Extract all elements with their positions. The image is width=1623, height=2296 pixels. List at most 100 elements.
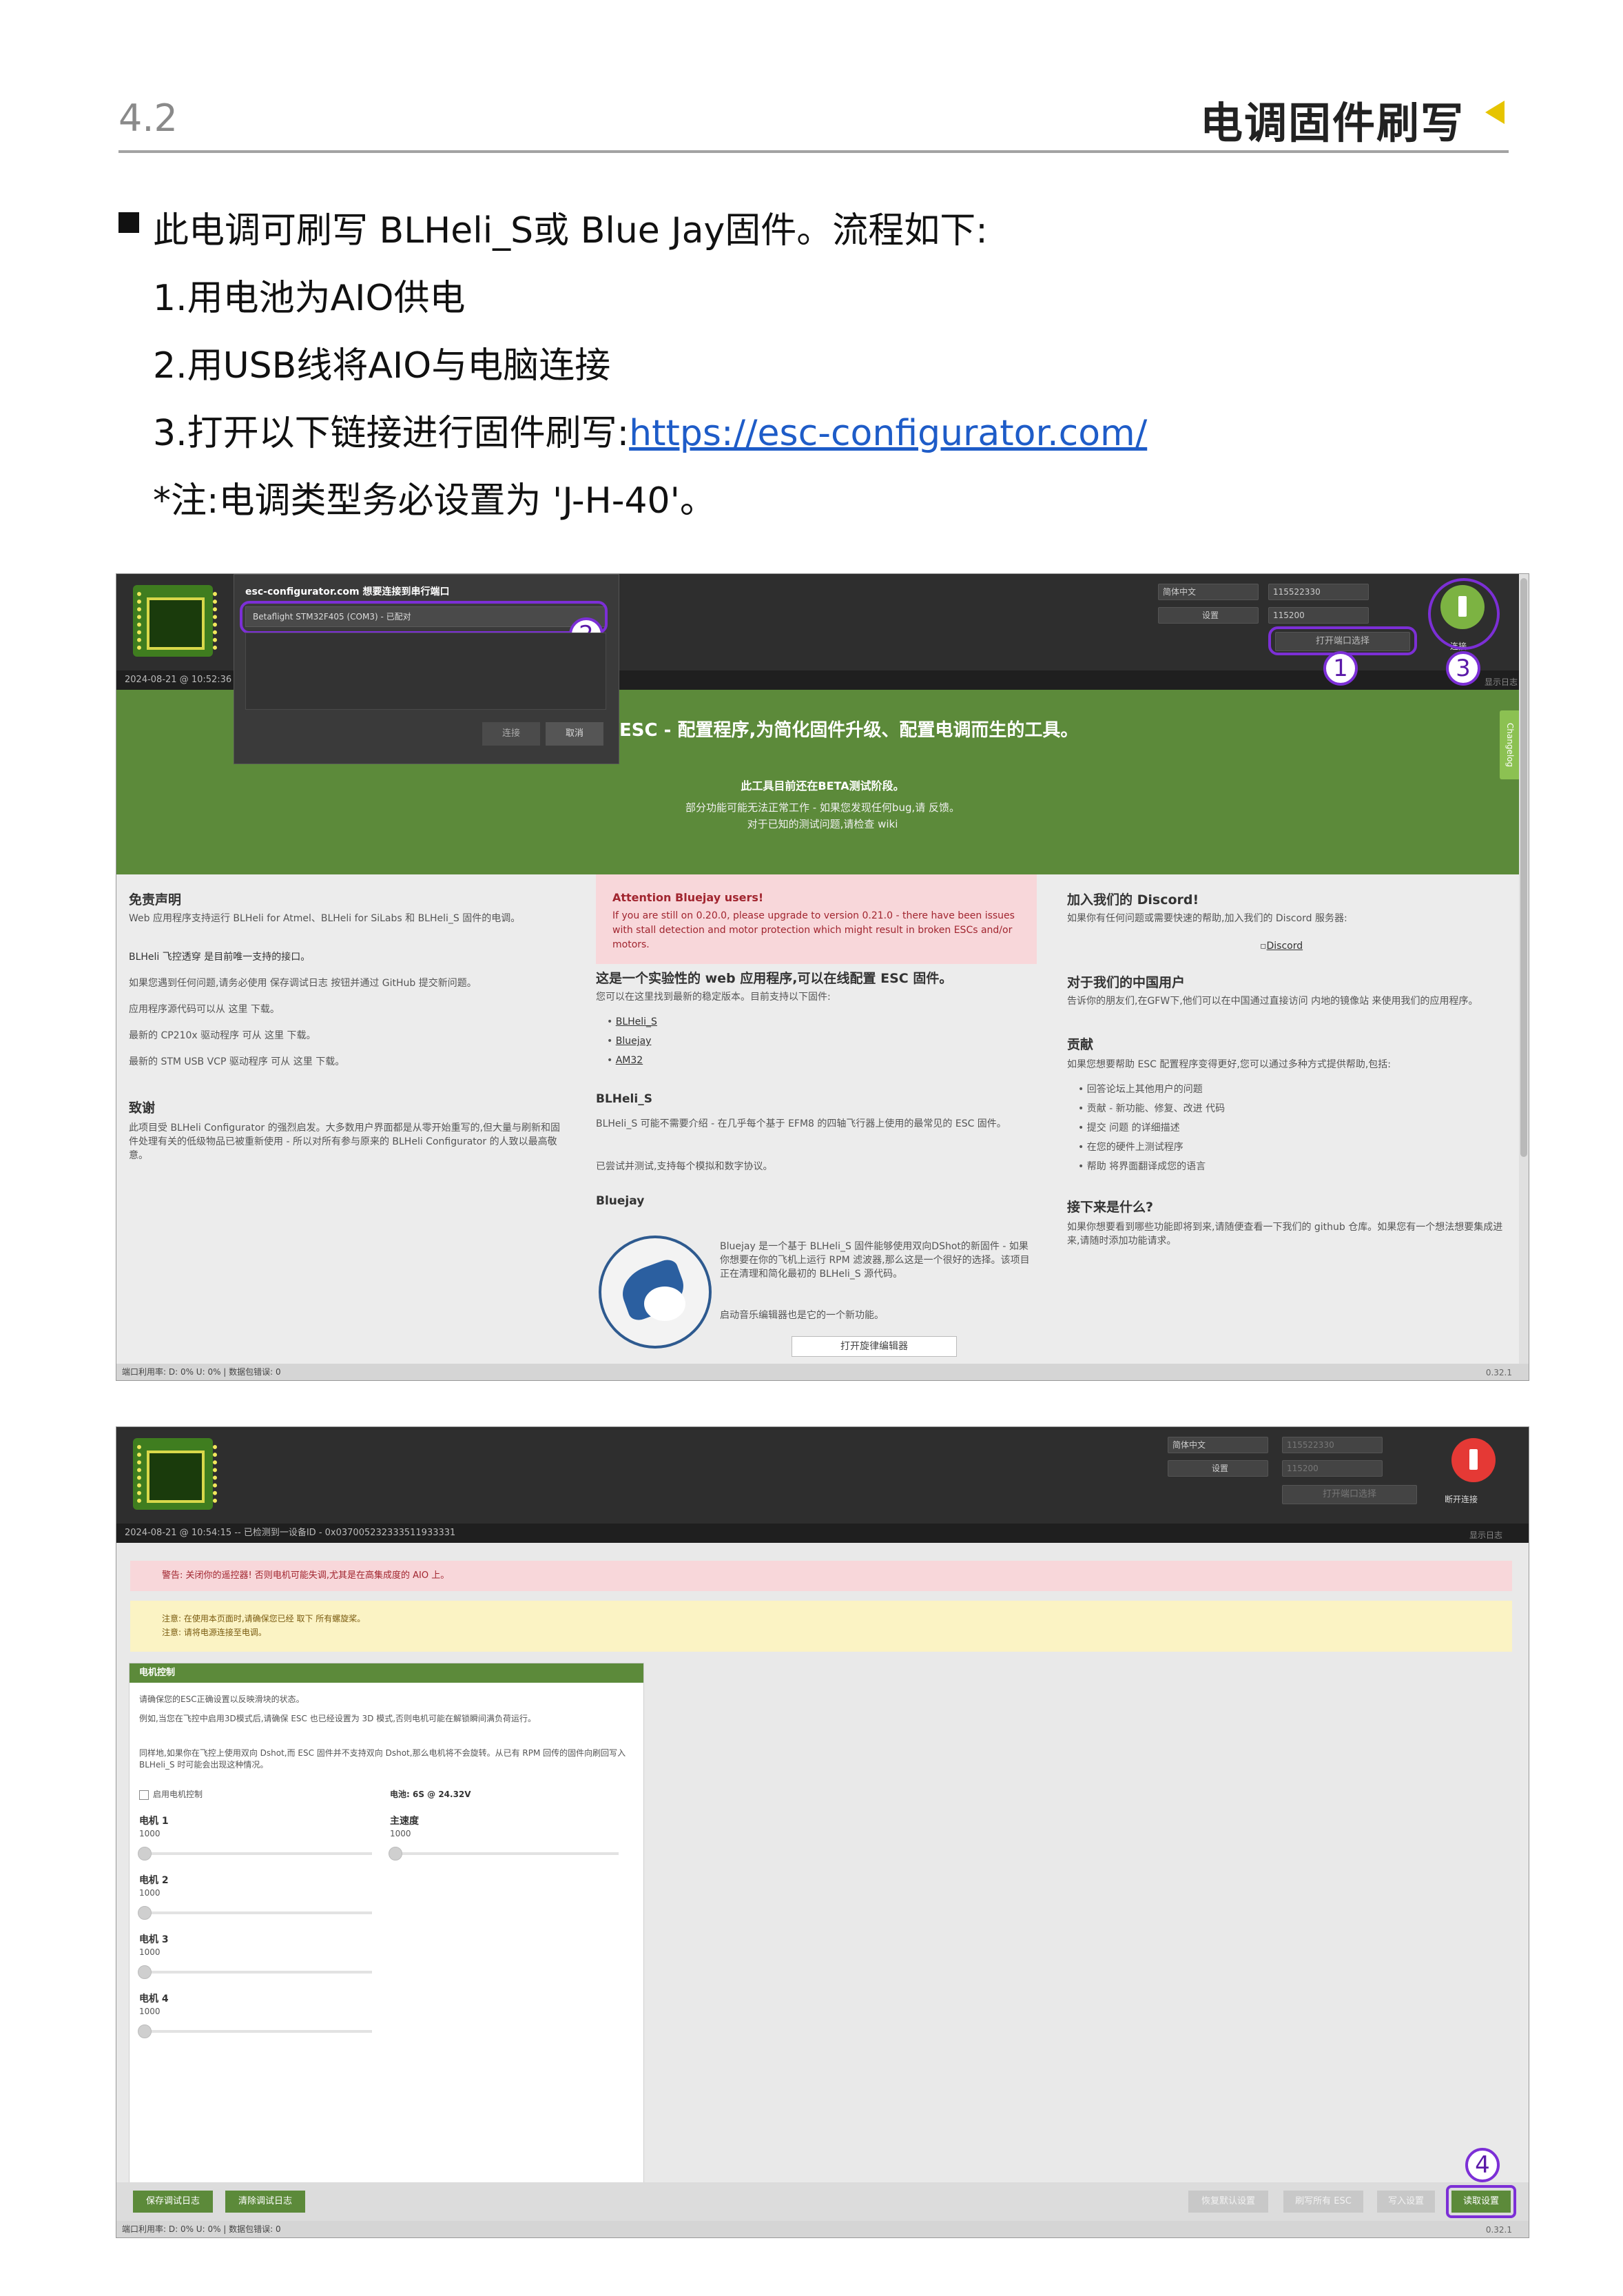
port-list-area <box>245 633 606 710</box>
experimental-heading: 这是一个实验性的 web 应用程序,可以在线配置 ESC 固件。 <box>596 971 953 986</box>
clear-debug-log-button[interactable]: 清除调试日志 <box>225 2191 305 2213</box>
mark-4: 4 <box>1465 2148 1500 2182</box>
contribute-text: 如果您想要帮助 ESC 配置程序变得更好,您可以通过多种方式提供帮助,包括: <box>1067 1059 1392 1070</box>
show-log-link[interactable]: 显示日志 <box>1485 676 1518 688</box>
save-debug-log-button[interactable]: 保存调试日志 <box>133 2191 213 2213</box>
notice-line-2: 注意: 请将电源连接至电调。 <box>162 1628 267 1637</box>
issues-text: 如果您遇到任何问题,请务必使用 保存调试日志 按钮并通过 GitHub 提交新问… <box>129 978 477 989</box>
show-log-link[interactable]: 显示日志 <box>1469 1529 1502 1541</box>
motor-4-value: 1000 <box>139 2007 161 2016</box>
log-strip: 2024-08-21 @ 10:54:15 -- 已检测到一设备ID - 0x0… <box>116 1524 1529 1543</box>
usb-disconnect-icon[interactable] <box>1451 1438 1496 1482</box>
app-logo-icon <box>133 1438 217 1510</box>
bluejay-text: Bluejay 是一个基于 BLHeli_S 固件能够使用双向DShot的新固件… <box>720 1241 1030 1280</box>
highlight-connect <box>1428 578 1500 650</box>
blheli-heading: BLHeli_S <box>596 1092 652 1106</box>
motor-3-knob[interactable] <box>138 1965 152 1979</box>
china-text: 告诉你的朋友们,在GFW下,他们可以在中国通过直接访问 内地的镜像站 来使用我们… <box>1067 996 1478 1007</box>
enable-motor-checkbox[interactable] <box>139 1790 149 1800</box>
notice-banner: 注意: 在使用本页面时,请确保您已经 取下 所有螺旋桨。 注意: 请将电源连接至… <box>130 1601 1512 1652</box>
dialog-connect-button[interactable]: 连接 <box>482 722 540 746</box>
motor-2-label: 电机 2 <box>139 1875 169 1886</box>
baud-select[interactable]: 115200 <box>1268 607 1369 624</box>
contribute-item: • 提交 问题 的详细描述 <box>1078 1123 1180 1134</box>
firmware-link-bluejay[interactable]: • Bluejay <box>607 1034 651 1048</box>
write-settings-button[interactable]: 写入设置 <box>1377 2191 1435 2213</box>
language-select[interactable]: 简体中文 <box>1158 584 1259 600</box>
alert-heading: Attention Bluejay users! <box>612 891 764 904</box>
mark-1: 1 <box>1323 651 1358 686</box>
restore-defaults-button[interactable]: 恢复默认设置 <box>1188 2191 1268 2213</box>
open-melody-editor-button[interactable]: 打开旋律编辑器 <box>792 1336 957 1357</box>
stm-text: 最新的 STM USB VCP 驱动程序 可从 这里 下载。 <box>129 1056 345 1067</box>
motor-1-value: 1000 <box>139 1829 161 1838</box>
discord-text: 如果你有任何问题或需要快速的帮助,加入我们的 Discord 服务器: <box>1067 913 1347 924</box>
bluejay-logo-icon <box>599 1236 712 1349</box>
flash-all-button[interactable]: 刷写所有 ESC <box>1283 2191 1363 2213</box>
open-port-button: 打开端口选择 <box>1282 1485 1417 1504</box>
baud-select: 115200 <box>1282 1460 1383 1477</box>
panel-text-1: 请确保您的ESC正确设置以反映滑块的状态。 <box>139 1694 304 1704</box>
motor-2-slider[interactable] <box>141 1911 372 1914</box>
motor-1-slider[interactable] <box>141 1852 372 1855</box>
cp210x-text: 最新的 CP210x 驱动程序 可从 这里 下载。 <box>129 1030 316 1041</box>
step-1: 1.用电池为AIO供电 <box>153 278 466 319</box>
motor-4-slider[interactable] <box>141 2030 372 2033</box>
scrollbar-thumb[interactable] <box>1520 578 1527 1157</box>
language-select[interactable]: 简体中文 <box>1168 1437 1268 1453</box>
fc-passthrough-text: BLHeli 飞控透穿 是目前唯一支持的接口。 <box>129 952 311 963</box>
mark-3: 3 <box>1446 651 1480 686</box>
timestamp: 2024-08-21 @ 10:54:15 -- 已检测到一设备ID - 0x0… <box>125 1528 456 1538</box>
settings-button[interactable]: 设置 <box>1158 607 1259 624</box>
battery-label: 电池: 6S @ 24.32V <box>390 1790 471 1799</box>
panel-text-3: 同样地,如果你在飞控上使用双向 Dshot,而 ESC 固件并不支持双向 Dsh… <box>139 1748 626 1770</box>
app-logo-icon <box>133 585 217 657</box>
firmware-link-blheli[interactable]: • BLHeli_S <box>607 1015 657 1029</box>
motor-2-knob[interactable] <box>138 1906 152 1920</box>
master-speed-knob[interactable] <box>389 1847 402 1861</box>
port-select[interactable]: 115522330 <box>1268 584 1369 600</box>
alert-text: If you are still on 0.20.0, please upgra… <box>612 910 1015 950</box>
broken-image-icon: ▫ <box>1260 941 1267 952</box>
step-3: 3.打开以下链接进行固件刷写:https://esc-configurator.… <box>153 404 1147 455</box>
configurator-link[interactable]: https://esc-configurator.com/ <box>629 413 1147 454</box>
changelog-tab[interactable]: Changelog <box>1500 710 1520 779</box>
blheli-text-2: 已尝试并测试,支持每个模拟和数字协议。 <box>596 1161 773 1172</box>
serial-port-dialog: esc-configurator.com 想要连接到串行端口 Betafligh… <box>234 574 619 764</box>
discord-heading: 加入我们的 Discord! <box>1067 892 1199 908</box>
settings-button[interactable]: 设置 <box>1168 1460 1268 1477</box>
blheli-text: BLHeli_S 可能不需要介绍 - 在几乎每个基于 EFM8 的四轴飞行器上使… <box>596 1118 1006 1129</box>
screenshot-connect: 2024-08-21 @ 10:52:36 简体中文 115522330 设置 … <box>116 573 1529 1381</box>
thanks-text: 此项目受 BLHeli Configurator 的强烈启发。大多数用户界面都是… <box>129 1123 561 1161</box>
port-select: 115522330 <box>1282 1437 1383 1453</box>
triangle-marker-icon <box>1485 101 1505 124</box>
discord-link[interactable]: ▫Discord <box>1260 939 1303 953</box>
master-speed-label: 主速度 <box>390 1816 419 1827</box>
bluejay-text-2: 启动音乐编辑器也是它的一个新功能。 <box>720 1310 884 1321</box>
motor-control-panel: 电机控制 请确保您的ESC正确设置以反映滑块的状态。 例如,当您在飞控中启用3D… <box>129 1663 644 2195</box>
contribute-item: • 在您的硬件上测试程序 <box>1078 1142 1183 1153</box>
square-bullet-icon <box>118 212 139 233</box>
firmware-link-am32[interactable]: • AM32 <box>607 1054 643 1067</box>
motor-1-knob[interactable] <box>138 1847 152 1861</box>
motor-1-label: 电机 1 <box>139 1816 169 1827</box>
motor-3-slider[interactable] <box>141 1971 372 1974</box>
banner-beta: 此工具目前还在BETA测试阶段。 <box>741 779 904 792</box>
motor-2-value: 1000 <box>139 1888 161 1898</box>
highlight-port-option <box>240 601 608 634</box>
master-speed-slider[interactable] <box>391 1852 619 1855</box>
header-divider <box>118 150 1509 153</box>
contribute-item: • 回答论坛上其他用户的问题 <box>1078 1084 1203 1095</box>
dialog-cancel-button[interactable]: 取消 <box>546 722 603 746</box>
next-text: 如果你想要看到哪些功能即将到来,请随便查看一下我们的 github 仓库。如果您… <box>1067 1222 1503 1247</box>
banner-line-2: 对于已知的测试问题,请检查 wiki <box>747 818 898 830</box>
enable-motor-label: 启用电机控制 <box>153 1790 203 1799</box>
next-heading: 接下来是什么? <box>1067 1200 1154 1215</box>
intro-text: 此电调可刷写 BLHeli_S或 Blue Jay固件。流程如下: <box>153 210 988 252</box>
step-3-text: 3.打开以下链接进行固件刷写: <box>153 413 630 454</box>
motor-4-knob[interactable] <box>138 2025 152 2038</box>
bluejay-alert: Attention Bluejay users! If you are stil… <box>596 874 1037 964</box>
source-text: 应用程序源代码可以从 这里 下载。 <box>129 1004 280 1015</box>
contribute-item: • 帮助 将界面翻译成您的语言 <box>1078 1161 1206 1172</box>
experimental-text: 您可以在这里找到最新的稳定版本。目前支持以下固件: <box>596 992 831 1003</box>
